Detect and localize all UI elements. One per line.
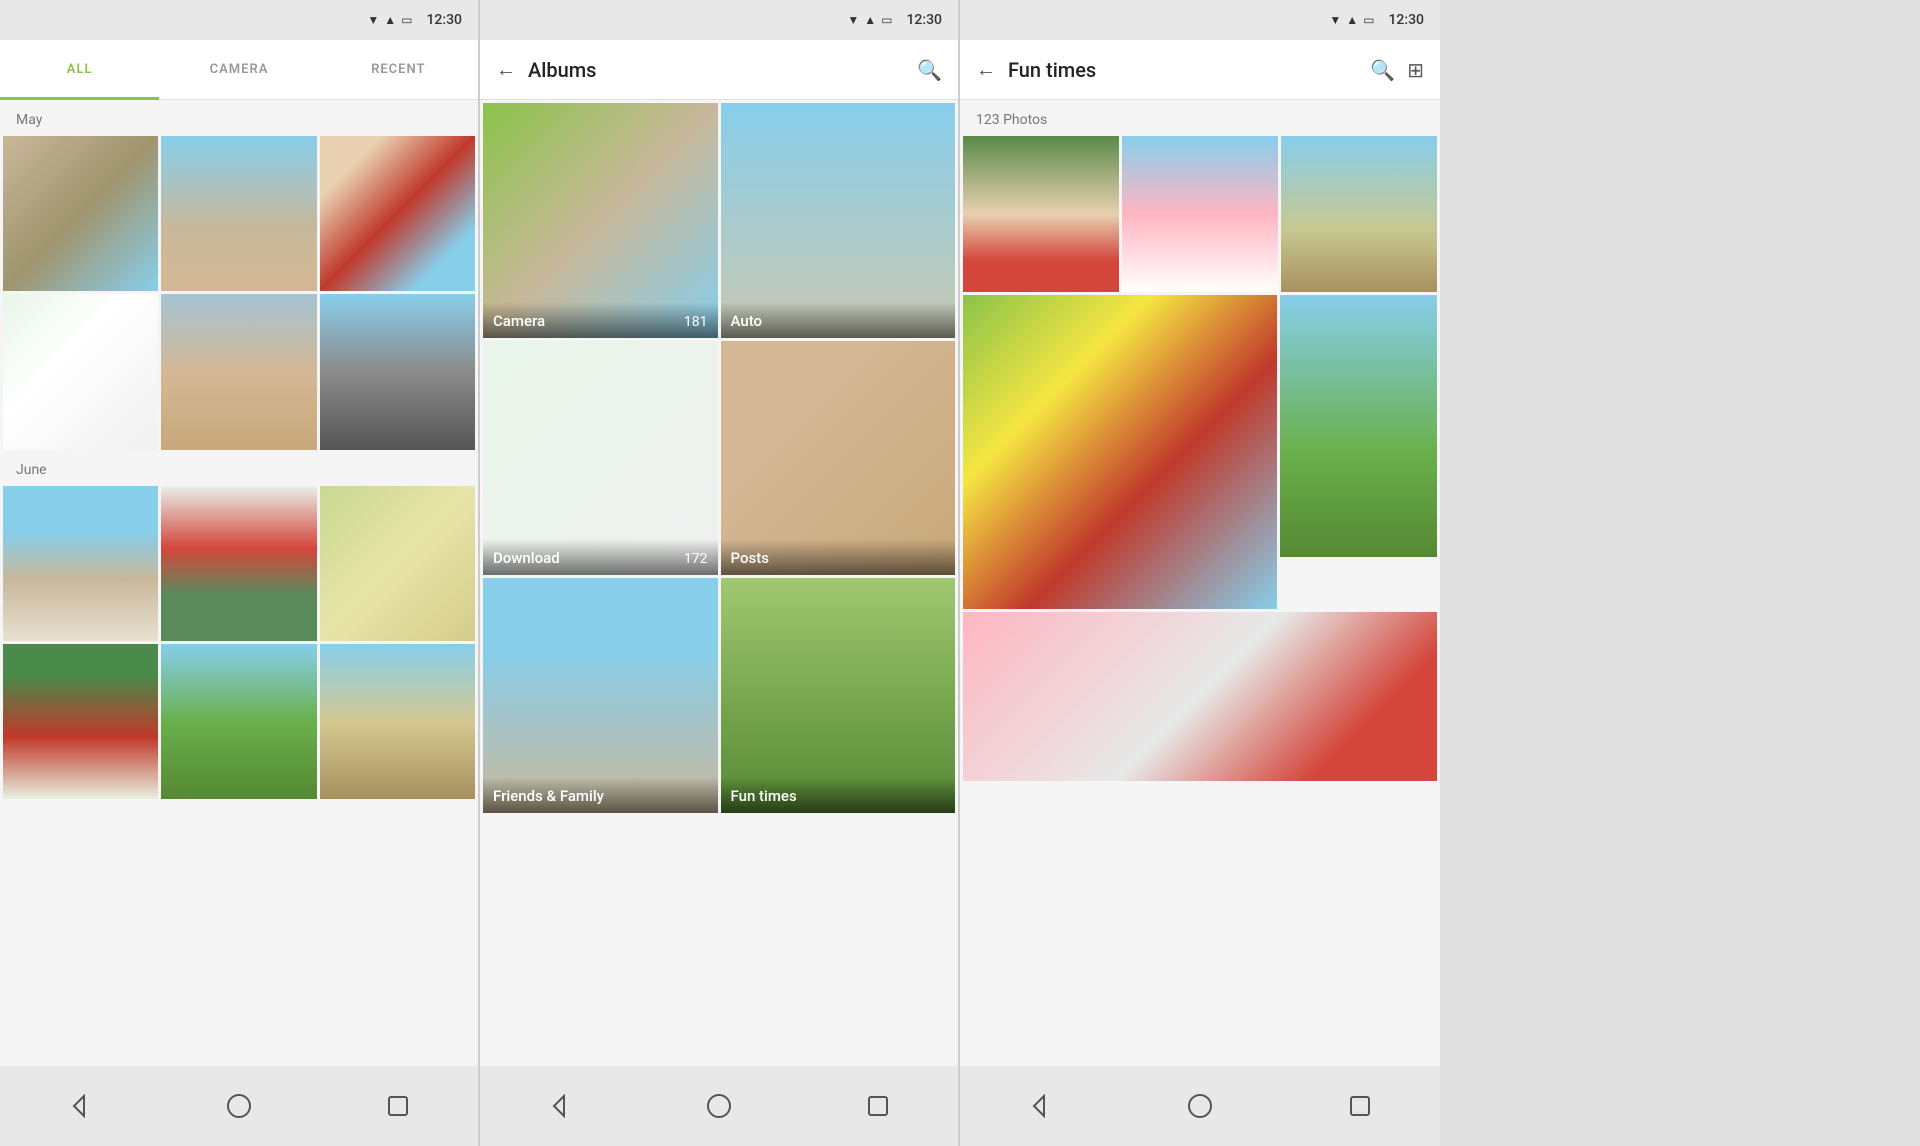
album-cell-auto[interactable]: Auto: [721, 103, 956, 338]
photo-cell[interactable]: [161, 486, 316, 641]
photo-cell[interactable]: [3, 136, 158, 291]
fun-photo-reeds[interactable]: [1281, 136, 1437, 292]
album-overlay-ff: Friends & Family: [483, 777, 718, 813]
bottom-nav-1: [0, 1066, 478, 1146]
fun-photo-food[interactable]: [963, 295, 1277, 609]
fun-title: Fun times: [1008, 58, 1358, 82]
back-button-1[interactable]: [55, 1081, 105, 1131]
album-overlay-posts: Posts: [721, 539, 956, 575]
album-cell-download[interactable]: Download 172: [483, 341, 718, 576]
phone-screen-1: ▼ ▲ ▭ 12:30 ALL CAMERA RECENT May: [0, 0, 480, 1146]
tab-recent[interactable]: RECENT: [319, 40, 478, 100]
nav-title-row: ← Albums 🔍: [480, 57, 958, 82]
fun-photo-lake[interactable]: [1280, 295, 1437, 557]
square-button-3[interactable]: [1335, 1081, 1385, 1131]
home-button-2[interactable]: [694, 1081, 744, 1131]
photo-cell[interactable]: [3, 486, 158, 641]
battery-icon-3: ▭: [1363, 13, 1374, 27]
signal-icon-3: ▼: [1329, 13, 1341, 27]
time-2: 12:30: [906, 12, 942, 28]
photo-cell[interactable]: [3, 644, 158, 799]
back-button-albums[interactable]: ←: [496, 57, 516, 82]
fun-grid-row1: [960, 136, 1440, 292]
fun-photo-family[interactable]: [963, 136, 1119, 292]
photo-cell[interactable]: [320, 294, 475, 449]
photo-grid-may: [0, 136, 478, 450]
photo-cell[interactable]: [320, 136, 475, 291]
album-name-auto: Auto: [731, 312, 763, 330]
nav-bar-albums: ← Albums 🔍: [480, 40, 958, 100]
album-cell-ff[interactable]: Friends & Family: [483, 578, 718, 813]
home-button-3[interactable]: [1175, 1081, 1225, 1131]
square-button-1[interactable]: [373, 1081, 423, 1131]
home-button-1[interactable]: [214, 1081, 264, 1131]
time-3: 12:30: [1388, 12, 1424, 28]
album-name-ff: Friends & Family: [493, 787, 604, 805]
bottom-nav-3: [960, 1066, 1440, 1146]
search-icon-albums[interactable]: 🔍: [917, 58, 942, 82]
status-bar-2: ▼ ▲ ▭ 12:30: [480, 0, 958, 40]
status-bar-3: ▼ ▲ ▭ 12:30: [960, 0, 1440, 40]
album-count-download: 172: [684, 551, 708, 567]
album-cell-posts[interactable]: Posts: [721, 341, 956, 576]
back-button-fun[interactable]: ←: [976, 57, 996, 82]
square-button-2[interactable]: [853, 1081, 903, 1131]
albums-title: Albums: [528, 58, 905, 82]
back-button-3[interactable]: [1015, 1081, 1065, 1131]
section-label-june: June: [0, 450, 478, 486]
photo-grid-june: [0, 486, 478, 800]
back-button-2[interactable]: [535, 1081, 585, 1131]
bottom-nav-2: [480, 1066, 958, 1146]
phone-screen-3: ▼ ▲ ▭ 12:30 ← Fun times 🔍 ⊞ 123 Photos: [960, 0, 1440, 1146]
fun-content: 123 Photos: [960, 100, 1440, 1066]
album-count-camera: 181: [684, 314, 708, 330]
search-icon-fun[interactable]: 🔍: [1370, 58, 1395, 82]
battery-icon-2: ▭: [881, 13, 892, 27]
wifi-icon-1: ▲: [384, 13, 396, 27]
section-label-may: May: [0, 100, 478, 136]
album-overlay-download: Download 172: [483, 539, 718, 575]
albums-content: Camera 181 Auto Download 172: [480, 100, 958, 1066]
album-overlay-fun: Fun times: [721, 777, 956, 813]
album-name-download: Download: [493, 549, 560, 567]
fun-photo-blossom[interactable]: [1122, 136, 1278, 292]
time-1: 12:30: [426, 12, 462, 28]
status-icons-3: ▼ ▲ ▭: [1329, 13, 1374, 27]
photo-cell[interactable]: [320, 644, 475, 799]
album-name-fun: Fun times: [731, 787, 797, 805]
tab-all[interactable]: ALL: [0, 40, 159, 100]
nav-title-row-fun: ← Fun times 🔍 ⊞: [960, 57, 1440, 82]
phone-screen-2: ▼ ▲ ▭ 12:30 ← Albums 🔍 Camera 181: [480, 0, 960, 1146]
album-cell-camera[interactable]: Camera 181: [483, 103, 718, 338]
battery-icon-1: ▭: [401, 13, 412, 27]
album-overlay-auto: Auto: [721, 302, 956, 338]
grid-icon-fun[interactable]: ⊞: [1407, 58, 1424, 82]
tab-camera[interactable]: CAMERA: [159, 40, 318, 100]
album-overlay-camera: Camera 181: [483, 302, 718, 338]
status-bar-1: ▼ ▲ ▭ 12:30: [0, 0, 478, 40]
photo-cell[interactable]: [161, 136, 316, 291]
photo-cell[interactable]: [161, 294, 316, 449]
photo-cell[interactable]: [161, 644, 316, 799]
photo-cell[interactable]: [3, 294, 158, 449]
fun-photo-blossom2[interactable]: [963, 612, 1437, 781]
tab-bar-1: ALL CAMERA RECENT: [0, 40, 478, 100]
album-cell-fun[interactable]: Fun times: [721, 578, 956, 813]
photo-content-1: May June: [0, 100, 478, 1066]
photo-cell[interactable]: [320, 486, 475, 641]
photos-count: 123 Photos: [960, 100, 1440, 136]
album-name-posts: Posts: [731, 549, 769, 567]
signal-icon-2: ▼: [847, 13, 859, 27]
signal-icon-1: ▼: [367, 13, 379, 27]
album-grid: Camera 181 Auto Download 172: [480, 100, 958, 816]
wifi-icon-3: ▲: [1346, 13, 1358, 27]
status-icons-1: ▼ ▲ ▭: [367, 13, 412, 27]
nav-bar-fun: ← Fun times 🔍 ⊞: [960, 40, 1440, 100]
wifi-icon-2: ▲: [864, 13, 876, 27]
album-name-camera: Camera: [493, 312, 545, 330]
status-icons-2: ▼ ▲ ▭: [847, 13, 892, 27]
